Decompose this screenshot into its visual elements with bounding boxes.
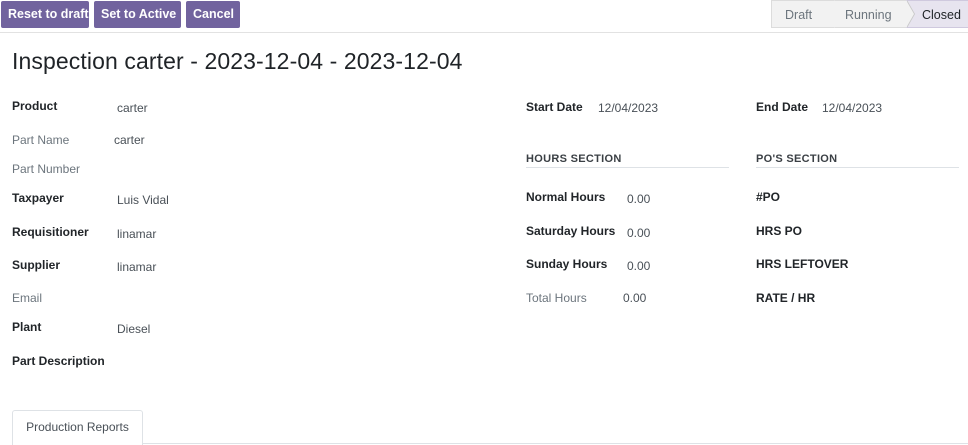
cancel-button[interactable]: Cancel	[186, 1, 240, 28]
saturday-hours-label: Saturday Hours	[526, 224, 616, 238]
requisitioner-label: Requisitioner	[12, 225, 89, 239]
po-number-label: #PO	[756, 190, 781, 204]
start-date-label: Start Date	[526, 100, 583, 114]
rate-per-hour-label: RATE / HR	[756, 291, 816, 305]
record-title: Inspection carter - 2023-12-04 - 2023-12…	[12, 48, 463, 74]
supplier-value[interactable]: linamar	[117, 260, 156, 274]
sunday-hours-value[interactable]: 0.00	[627, 259, 650, 273]
part-name-label: Part Name	[12, 133, 70, 147]
po-section-separator	[756, 167, 959, 168]
part-name-value[interactable]: carter	[114, 133, 145, 147]
status-bar: Draft Running Closed	[771, 0, 968, 28]
total-hours-value: 0.00	[623, 291, 647, 305]
tab-production-reports[interactable]: Production Reports	[12, 410, 143, 445]
control-panel: Reset to draft Set to Active Cancel Draf…	[0, 0, 968, 33]
email-label: Email	[12, 291, 43, 305]
hours-section-separator	[526, 167, 729, 168]
requisitioner-value[interactable]: linamar	[117, 227, 156, 241]
hrs-leftover-label: HRS LEFTOVER	[756, 257, 849, 271]
taxpayer-value[interactable]: Luis Vidal	[117, 193, 169, 207]
tabs-baseline	[143, 443, 968, 444]
plant-label: Plant	[12, 320, 42, 334]
product-label: Product	[12, 99, 58, 113]
set-to-active-button[interactable]: Set to Active	[94, 1, 181, 28]
product-value[interactable]: carter	[117, 101, 148, 115]
reset-to-draft-button[interactable]: Reset to draft	[1, 1, 89, 28]
status-stage-draft[interactable]: Draft	[771, 0, 842, 28]
part-description-label: Part Description	[12, 354, 105, 368]
end-date-value[interactable]: 12/04/2023	[822, 101, 882, 115]
plant-value[interactable]: Diesel	[117, 322, 150, 336]
hrs-po-label: HRS PO	[756, 224, 803, 238]
end-date-label: End Date	[756, 100, 809, 114]
total-hours-label: Total Hours	[526, 291, 587, 305]
saturday-hours-value[interactable]: 0.00	[627, 226, 650, 240]
start-date-value[interactable]: 12/04/2023	[598, 101, 658, 115]
normal-hours-value[interactable]: 0.00	[627, 192, 650, 206]
status-stage-running[interactable]: Running	[834, 0, 915, 28]
status-stage-closed[interactable]: Closed	[906, 0, 968, 28]
normal-hours-label: Normal Hours	[526, 190, 606, 204]
po-section-title: PO'S SECTION	[756, 153, 838, 165]
sunday-hours-label: Sunday Hours	[526, 257, 608, 271]
part-number-label: Part Number	[12, 162, 81, 176]
hours-section-title: HOURS SECTION	[526, 153, 622, 165]
taxpayer-label: Taxpayer	[12, 191, 64, 205]
supplier-label: Supplier	[12, 258, 61, 272]
